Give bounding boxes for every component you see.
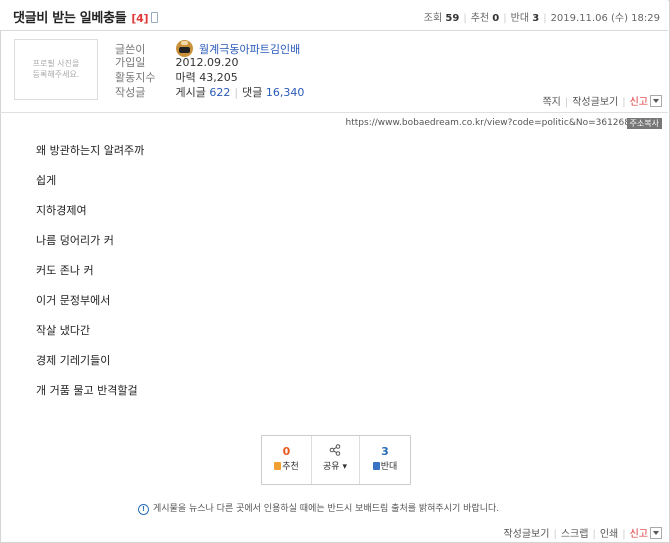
comments-label: 댓글 (242, 86, 263, 99)
body-line: 경제 기레기들이 (36, 354, 111, 367)
share-icon (329, 444, 341, 456)
divider (0, 112, 668, 113)
post-title-text: 댓글비 받는 일베충들 (13, 11, 127, 26)
activity-label: 활동지수 (115, 71, 156, 84)
avatar-icon (175, 40, 193, 57)
posts-label: 게시글 (175, 86, 206, 99)
body-line: 작살 냈다간 (36, 324, 91, 337)
recommend-count: 0 (492, 13, 500, 24)
activity-value: 마력 43,205 (175, 71, 238, 84)
posts-count[interactable]: 622 (209, 86, 230, 99)
oppose-vote-label: 반대 (380, 462, 398, 472)
author-info: 글쓴이 월계극동아파트김인배 가입일 2012.09.20 활동지수 마력 43… (115, 40, 304, 100)
message-link[interactable]: 쪽지 (542, 97, 560, 108)
profile-placeholder-line1: 프로필 사진을 (32, 59, 80, 68)
post-url: https://www.bobaedream.co.kr/view?code=p… (345, 118, 630, 128)
joined-label: 가입일 (115, 56, 146, 69)
share-button[interactable]: 공유 ▾ (311, 436, 360, 484)
dropdown-icon[interactable] (650, 95, 662, 107)
views-label: 조회 (423, 13, 443, 24)
scrap-link[interactable]: 스크랩 (561, 529, 589, 540)
copy-url-button[interactable]: 주소복사 (626, 118, 662, 129)
bottom-view-posts-link[interactable]: 작성글보기 (503, 529, 549, 540)
mobile-icon (151, 12, 159, 23)
recommend-button[interactable]: 0 추천 (262, 436, 312, 484)
body-line: 왜 방관하는지 알려주까 (36, 144, 145, 157)
notice-text: 게시물을 뉴스나 다른 곳에서 인용하실 때에는 반드시 보배드림 출처를 밝혀… (153, 504, 500, 514)
post-title-bar: 댓글비 받는 일베충들 [4] 조회 59 | 추천 0 | 반대 3 | 2019.11.0… (0, 0, 668, 31)
chevron-down-icon: ▾ (342, 462, 347, 472)
profile-photo-placeholder: 프로필 사진을 등록해주세요. (14, 39, 98, 100)
views-count: 59 (445, 13, 460, 24)
post-body: 왜 방관하는지 알려주까 쉽게 지하경제여 나름 덩어리가 커 커도 존나 커 … (36, 144, 144, 414)
thumbs-down-icon (372, 462, 380, 470)
view-posts-link[interactable]: 작성글보기 (572, 97, 618, 108)
oppose-button[interactable]: 3 반대 (360, 436, 410, 484)
body-line: 나름 덩어리가 커 (36, 234, 114, 247)
recommend-vote-label: 추천 (282, 462, 299, 472)
vote-box: 0 추천 공유 ▾ 3 반대 (261, 435, 411, 485)
body-line: 지하경제여 (36, 204, 87, 217)
body-line: 개 거품 물고 반격할걸 (36, 384, 138, 397)
comments-count[interactable]: 16,340 (266, 86, 305, 99)
comment-count[interactable]: [4] (131, 12, 148, 25)
print-link[interactable]: 인쇄 (600, 529, 618, 540)
share-label: 공유 (323, 462, 340, 472)
dropdown-icon[interactable] (650, 527, 662, 539)
oppose-vote-count: 3 (381, 445, 389, 458)
recommend-vote-count: 0 (282, 445, 291, 458)
bottom-report-link[interactable]: 신고 (630, 529, 648, 540)
oppose-count: 3 (532, 13, 540, 24)
info-icon: ! (138, 504, 149, 515)
thumbs-up-icon (274, 462, 282, 470)
body-line: 쉽게 (36, 174, 57, 187)
body-line: 커도 존나 커 (36, 264, 94, 277)
oppose-label: 반대 (510, 13, 530, 24)
post-meta: 조회 59 | 추천 0 | 반대 3 | 2019.11.06 (수) 18:29 (423, 13, 660, 24)
post-title: 댓글비 받는 일베충들 [4] (13, 7, 159, 26)
body-line: 이거 문정부에서 (36, 294, 111, 307)
post-datetime: 2019.11.06 (수) 18:29 (550, 13, 660, 24)
bottom-actions: 작성글보기 | 스크랩 | 인쇄 | 신고 (503, 525, 662, 540)
posts-row-label: 작성글 (115, 86, 146, 99)
copyright-notice: ! 게시물을 뉴스나 다른 곳에서 인용하실 때에는 반드시 보배드림 출처를 밝… (138, 501, 499, 515)
author-actions: 쪽지 | 작성글보기 | 신고 (542, 93, 662, 108)
joined-date: 2012.09.20 (175, 56, 239, 69)
profile-placeholder-line2: 등록해주세요. (32, 70, 80, 79)
recommend-label: 추천 (470, 13, 490, 24)
report-link[interactable]: 신고 (630, 97, 648, 108)
